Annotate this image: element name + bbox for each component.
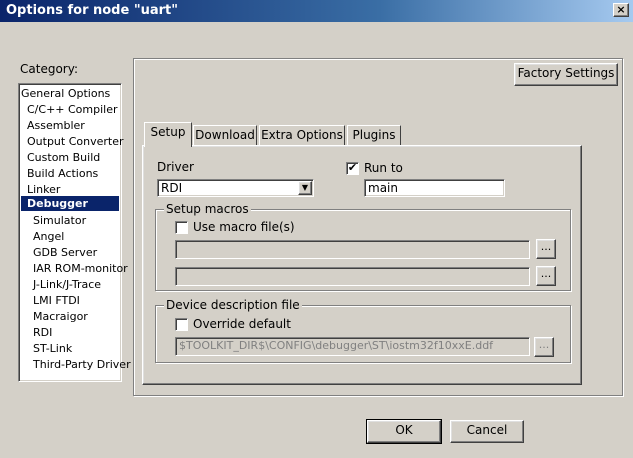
chevron-down-icon[interactable]: ▼: [298, 181, 312, 195]
override-default-label: Override default: [193, 317, 291, 331]
device-description-path[interactable]: $TOOLKIT_DIR$\CONFIG\debugger\ST\iostm32…: [175, 337, 530, 356]
window-title-bar: Options for node "uart": [0, 0, 633, 22]
macro-file-input-1[interactable]: [175, 240, 530, 259]
category-item-third-party-driver[interactable]: Third-Party Driver: [33, 357, 131, 372]
run-to-checkbox[interactable]: ✔: [346, 162, 359, 175]
category-item-st-link[interactable]: ST-Link: [33, 341, 72, 356]
category-item-iar-rom-monitor[interactable]: IAR ROM-monitor: [33, 261, 128, 276]
device-browse-button[interactable]: ...: [534, 337, 554, 357]
category-item-assembler[interactable]: Assembler: [27, 118, 85, 133]
close-button[interactable]: ×: [613, 3, 629, 17]
cancel-button[interactable]: Cancel: [450, 420, 524, 443]
category-item-c-compiler[interactable]: C/C++ Compiler: [27, 102, 118, 117]
use-macro-checkbox[interactable]: [175, 221, 188, 234]
category-item-custom-build[interactable]: Custom Build: [27, 150, 100, 165]
category-item-simulator[interactable]: Simulator: [33, 213, 86, 228]
category-list[interactable]: General Options C/C++ Compiler Assembler…: [18, 83, 131, 382]
driver-label: Driver: [157, 160, 194, 174]
use-macro-label: Use macro file(s): [193, 220, 295, 234]
close-icon: ×: [616, 3, 626, 16]
category-item-macraigor[interactable]: Macraigor: [33, 309, 88, 324]
driver-select[interactable]: RDI ▼: [157, 179, 314, 197]
category-item-output-converter[interactable]: Output Converter: [27, 134, 124, 149]
category-item-angel[interactable]: Angel: [33, 229, 64, 244]
category-item-build-actions[interactable]: Build Actions: [27, 166, 98, 181]
category-item-general-options[interactable]: General Options: [21, 86, 110, 101]
macro-file-input-2[interactable]: [175, 267, 530, 286]
category-item-gdb-server[interactable]: GDB Server: [33, 245, 97, 260]
factory-settings-button[interactable]: Factory Settings: [514, 63, 618, 86]
ok-button[interactable]: OK: [366, 419, 442, 444]
setup-macros-title: Setup macros: [164, 202, 251, 216]
macro-browse-button-2[interactable]: ...: [536, 266, 556, 286]
override-default-checkbox[interactable]: [175, 318, 188, 331]
category-item-debugger[interactable]: Debugger: [21, 196, 119, 211]
category-item-jlink-jtrace[interactable]: J-Link/J-Trace: [33, 277, 101, 292]
window-title: Options for node "uart": [6, 3, 179, 18]
tab-download[interactable]: Download: [193, 125, 257, 145]
run-to-label: Run to: [364, 161, 403, 175]
tab-extra-options[interactable]: Extra Options: [259, 125, 345, 145]
run-to-input[interactable]: main: [364, 179, 505, 197]
tab-plugins[interactable]: Plugins: [347, 125, 401, 145]
driver-value: RDI: [161, 181, 183, 195]
device-description-title: Device description file: [164, 298, 302, 312]
category-item-lmi-ftdi[interactable]: LMI FTDI: [33, 293, 80, 308]
macro-browse-button-1[interactable]: ...: [536, 239, 556, 259]
category-item-linker[interactable]: Linker: [27, 182, 60, 197]
category-item-rdi[interactable]: RDI: [33, 325, 52, 340]
category-label: Category:: [20, 62, 78, 76]
tab-setup[interactable]: Setup: [144, 122, 192, 147]
